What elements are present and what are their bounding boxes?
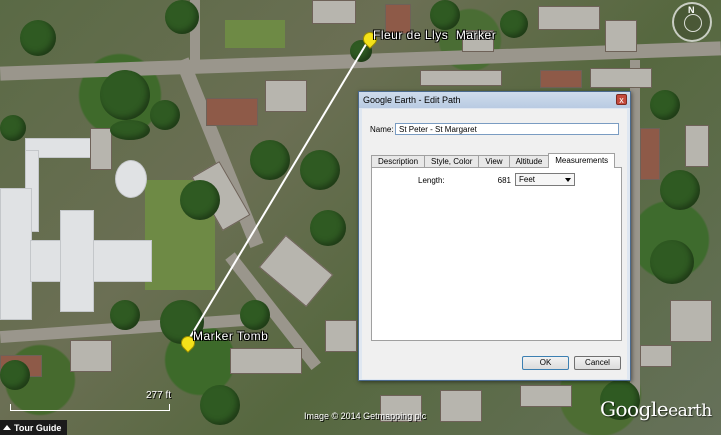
tab-bar: Description Style, Color View Altitude M…	[371, 153, 616, 168]
length-value: 681	[497, 176, 511, 185]
tour-guide-button[interactable]: Tour Guide	[0, 420, 67, 435]
logo-earth: earth	[668, 401, 712, 421]
dialog-title: Google Earth - Edit Path	[363, 95, 461, 105]
dialog-body: Name: St Peter - St Margaret Description…	[362, 109, 627, 379]
name-label: Name:	[370, 125, 394, 134]
expand-arrow-icon	[3, 425, 11, 430]
unit-select[interactable]: Feet	[515, 173, 575, 186]
cancel-button[interactable]: Cancel	[574, 356, 621, 370]
length-label: Length:	[418, 176, 445, 185]
unit-selected-value: Feet	[519, 175, 536, 184]
placemark-label[interactable]: Fleur de Llys Marker	[373, 28, 496, 42]
measurements-panel: Length: 681 Feet	[371, 167, 622, 341]
chevron-down-icon	[565, 178, 571, 182]
scale-bar	[10, 404, 170, 411]
tour-guide-label: Tour Guide	[14, 422, 62, 433]
close-icon[interactable]: x	[616, 94, 627, 105]
path-line	[185, 40, 369, 345]
ok-button[interactable]: OK	[522, 356, 569, 370]
google-earth-logo: Googleearth	[600, 397, 712, 421]
tab-measurements[interactable]: Measurements	[548, 153, 616, 168]
dialog-title-bar[interactable]: Google Earth - Edit Path	[359, 92, 630, 108]
compass-icon[interactable]: N	[672, 2, 712, 42]
compass-ring	[684, 14, 702, 32]
name-input[interactable]: St Peter - St Margaret	[395, 123, 619, 135]
edit-path-dialog: Google Earth - Edit Path x Name: St Pete…	[358, 91, 631, 381]
placemark-label[interactable]: Marker Tomb	[193, 329, 268, 343]
logo-google: Google	[600, 397, 669, 421]
scale-label: 277 ft	[146, 390, 172, 401]
imagery-copyright: Image © 2014 Getmapping plc	[304, 411, 427, 421]
